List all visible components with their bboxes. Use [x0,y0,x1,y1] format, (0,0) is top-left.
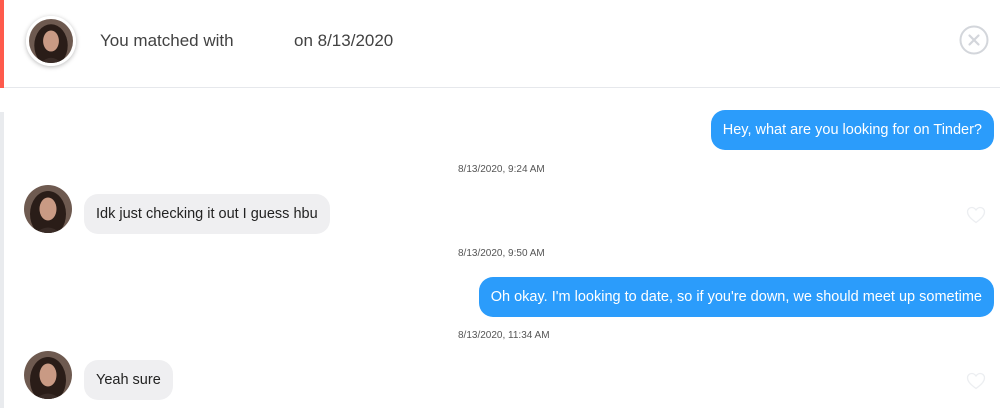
heart-outline-icon[interactable] [966,372,986,390]
chat-view: You matched with on 8/13/2020 Hey, what … [0,0,1000,408]
match-date-text: on 8/13/2020 [294,31,394,50]
header-avatar[interactable] [26,16,76,66]
sidebar-edge [0,112,4,408]
sender-avatar[interactable] [24,351,72,399]
match-prefix-text: You matched with [100,31,234,50]
message-bubble-outgoing[interactable]: Hey, what are you looking for on Tinder? [710,110,994,150]
heart-outline-icon[interactable] [966,206,986,224]
match-header: You matched with on 8/13/2020 [4,0,1000,88]
message-timestamp: 8/13/2020, 11:34 AM [458,330,550,341]
message-timestamp: 8/13/2020, 9:50 AM [458,248,545,259]
message-bubble-incoming[interactable]: Yeah sure [84,360,173,400]
message-bubble-incoming[interactable]: Idk just checking it out I guess hbu [84,194,330,234]
sender-avatar[interactable] [24,185,72,233]
message-timestamp: 8/13/2020, 9:24 AM [458,164,545,175]
message-bubble-outgoing[interactable]: Oh okay. I'm looking to date, so if you'… [478,277,994,317]
close-icon[interactable] [959,25,989,55]
